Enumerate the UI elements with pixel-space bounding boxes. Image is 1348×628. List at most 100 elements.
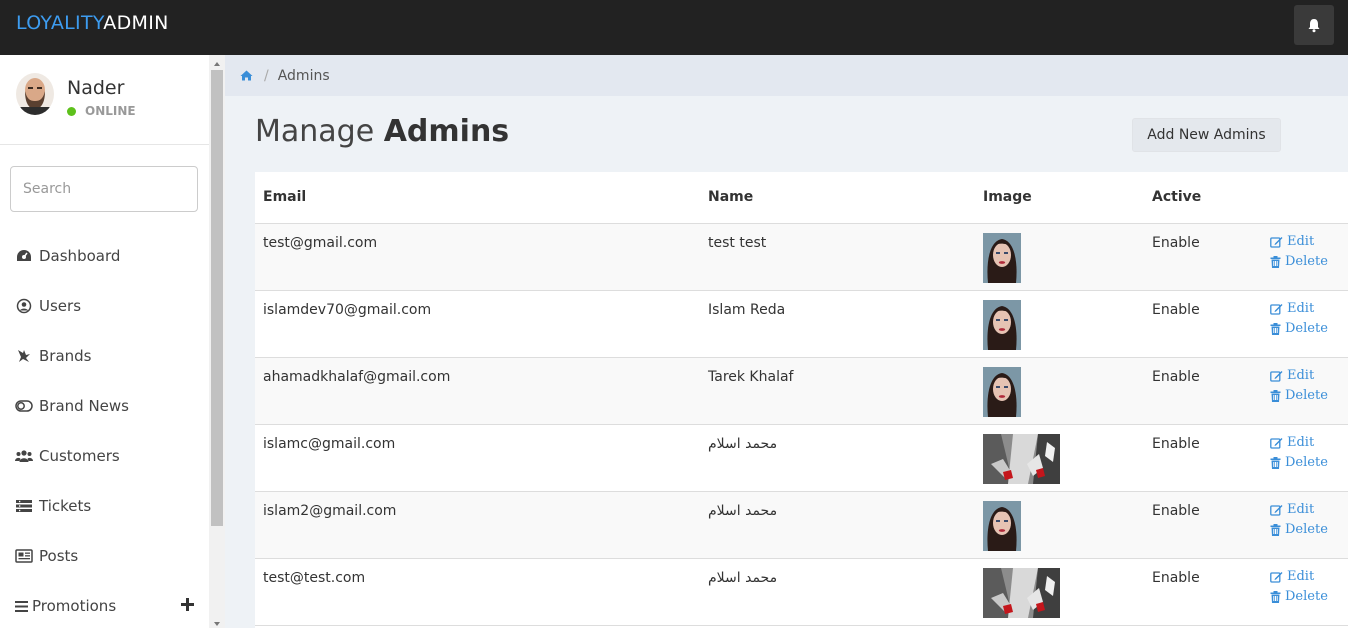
email-cell: islamc@gmail.com (255, 424, 700, 492)
delete-label: Delete (1285, 387, 1328, 403)
users-group-icon (15, 448, 33, 464)
name-cell: test test (700, 223, 975, 291)
admin-image (983, 500, 1021, 551)
bell-icon (1308, 18, 1320, 32)
top-navbar: LOYALITYADMIN (0, 0, 1348, 55)
delete-link[interactable]: Delete (1270, 587, 1348, 607)
sidebar-item-brand-news[interactable]: Brand News (0, 381, 209, 431)
plus-icon[interactable] (181, 597, 194, 615)
user-name: Nader (67, 77, 125, 99)
edit-label: Edit (1287, 501, 1315, 517)
trash-icon (1270, 523, 1281, 536)
sidebar-item-label: Customers (39, 447, 120, 465)
add-new-admins-button[interactable]: Add New Admins (1132, 118, 1281, 152)
avatar[interactable] (16, 73, 54, 115)
admins-table: Email Name Image Active test@gmail.com te… (255, 172, 1348, 626)
edit-link[interactable]: Edit (1270, 567, 1348, 587)
breadcrumb-separator: / (264, 67, 269, 84)
sidebar-item-brands[interactable]: Brands (0, 331, 209, 381)
edit-link[interactable]: Edit (1270, 299, 1348, 319)
table-row: test@gmail.com test test Enable Edit Delete (255, 223, 1348, 291)
edit-link[interactable]: Edit (1270, 232, 1348, 252)
brand-icon (15, 348, 33, 364)
sidebar-item-tickets[interactable]: Tickets (0, 481, 209, 531)
sidebar-menu: Dashboard Users Brands Brand News Custom… (0, 231, 209, 628)
admins-table-container: Email Name Image Active test@gmail.com te… (255, 172, 1348, 628)
table-header-row: Email Name Image Active (255, 172, 1348, 224)
delete-link[interactable]: Delete (1270, 319, 1348, 339)
email-cell: test@test.com (255, 558, 700, 626)
delete-label: Delete (1285, 320, 1328, 336)
page-title-light: Manage (255, 114, 375, 149)
image-cell (975, 290, 1144, 358)
column-header-image[interactable]: Image (975, 172, 1144, 224)
delete-link[interactable]: Delete (1270, 252, 1348, 272)
breadcrumb-current: Admins (277, 67, 330, 84)
sidebar-search-input[interactable] (10, 166, 198, 212)
notifications-button[interactable] (1294, 5, 1334, 45)
edit-link[interactable]: Edit (1270, 366, 1348, 386)
sidebar-item-label: Promotions (32, 597, 117, 615)
table-row: test@test.com محمد اسلام Enable Edit Delete (255, 558, 1348, 626)
actions-cell: Edit Delete (1262, 357, 1348, 425)
edit-icon (1270, 236, 1283, 248)
column-header-actions (1262, 172, 1348, 224)
edit-label: Edit (1287, 233, 1315, 249)
actions-cell: Edit Delete (1262, 424, 1348, 492)
avatar-image (16, 73, 54, 115)
name-cell: محمد اسلام (700, 558, 975, 626)
trash-icon (1270, 389, 1281, 402)
scroll-up-arrow-icon[interactable] (212, 59, 222, 69)
table-row: islamdev70@gmail.com Islam Reda Enable Edit… (255, 290, 1348, 358)
edit-icon (1270, 504, 1283, 516)
table-row: islamc@gmail.com محمد اسلام Enable Edit Dele… (255, 424, 1348, 492)
image-cell (975, 357, 1144, 425)
sidebar-item-dashboard[interactable]: Dashboard (0, 231, 209, 281)
active-cell: Enable (1144, 290, 1262, 358)
toggle-icon (15, 398, 33, 414)
edit-icon (1270, 571, 1283, 583)
image-cell (975, 491, 1144, 559)
newspaper-icon (15, 548, 33, 564)
active-cell: Enable (1144, 491, 1262, 559)
edit-label: Edit (1287, 568, 1315, 584)
column-header-name[interactable]: Name (700, 172, 975, 224)
column-header-email[interactable]: Email (255, 172, 700, 224)
admin-image (983, 299, 1021, 350)
image-cell (975, 424, 1144, 492)
edit-link[interactable]: Edit (1270, 500, 1348, 520)
column-header-active[interactable]: Active (1144, 172, 1262, 224)
active-cell: Enable (1144, 223, 1262, 291)
delete-link[interactable]: Delete (1270, 453, 1348, 473)
email-cell: ahamadkhalaf@gmail.com (255, 357, 700, 425)
sidebar-item-label: Brands (39, 347, 92, 365)
delete-link[interactable]: Delete (1270, 386, 1348, 406)
actions-cell: Edit Delete (1262, 290, 1348, 358)
home-icon[interactable] (240, 70, 253, 81)
sidebar-item-label: Posts (39, 547, 79, 565)
sidebar-item-promotions[interactable]: Promotions (0, 581, 209, 628)
table-row: ahamadkhalaf@gmail.com Tarek Khalaf Enable… (255, 357, 1348, 425)
active-cell: Enable (1144, 558, 1262, 626)
breadcrumb: / Admins (225, 55, 1348, 96)
actions-cell: Edit Delete (1262, 558, 1348, 626)
edit-icon (1270, 370, 1283, 382)
delete-link[interactable]: Delete (1270, 520, 1348, 540)
edit-link[interactable]: Edit (1270, 433, 1348, 453)
active-cell: Enable (1144, 357, 1262, 425)
user-panel: Nader ONLINE (0, 55, 209, 145)
brand-logo[interactable]: LOYALITYADMIN (16, 12, 169, 34)
page-title: Manage Admins (255, 114, 509, 149)
trash-icon (1270, 255, 1281, 268)
sidebar-item-users[interactable]: Users (0, 281, 209, 331)
admin-image (983, 232, 1021, 283)
sidebar-item-customers[interactable]: Customers (0, 431, 209, 481)
sidebar-item-label: Users (39, 297, 82, 315)
online-status-dot (67, 106, 76, 116)
edit-icon (1270, 437, 1283, 449)
sidebar-item-posts[interactable]: Posts (0, 531, 209, 581)
trash-icon (1270, 322, 1281, 335)
table-row: islam2@gmail.com محمد اسلام Enable Edit Dele… (255, 491, 1348, 559)
sidebar-scrollbar-thumb[interactable] (211, 70, 223, 526)
scroll-down-arrow-icon[interactable] (212, 619, 222, 628)
